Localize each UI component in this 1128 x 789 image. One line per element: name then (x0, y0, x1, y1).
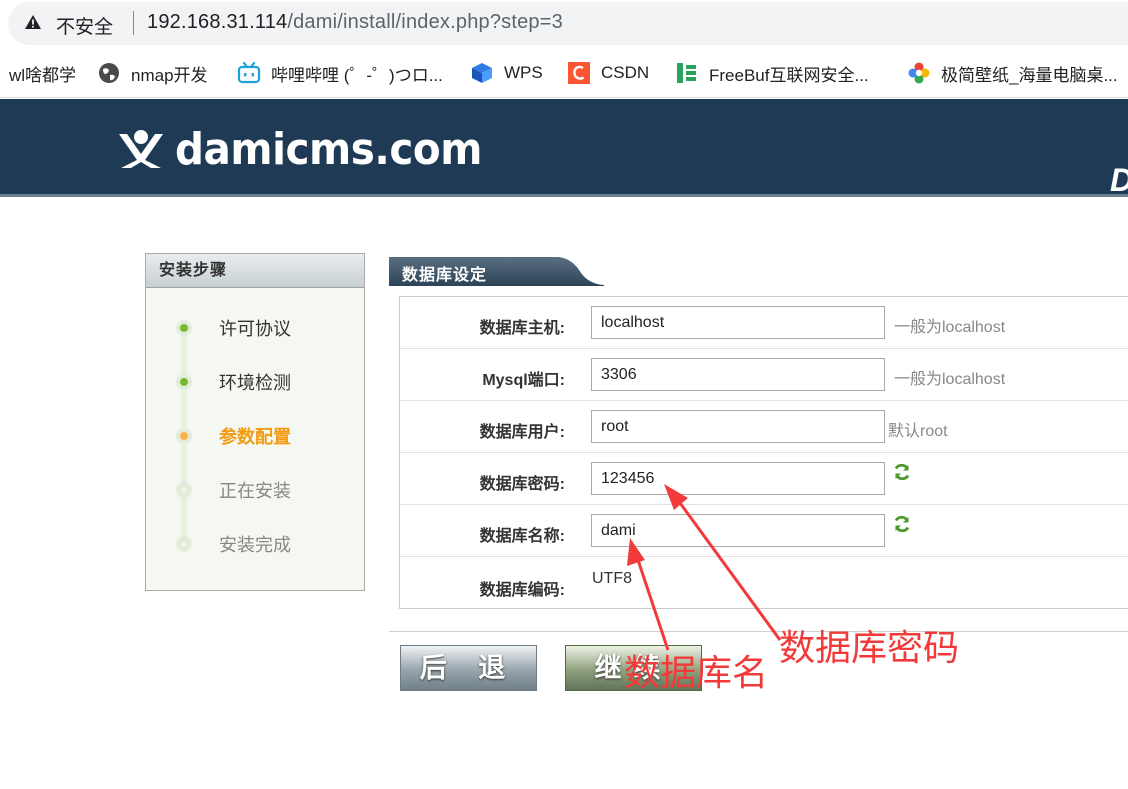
bookmark-label: wl啥都学 (9, 65, 77, 85)
step-label: 安装完成 (219, 535, 291, 555)
step-config: 参数配置 (146, 420, 364, 450)
bookmark-item[interactable]: 极简壁纸_海量电脑桌... (907, 61, 1118, 85)
step-env-check: 环境检测 (146, 366, 364, 396)
step-pending-dot-icon (176, 536, 192, 552)
field-label: 数据库密码: (479, 476, 565, 493)
csdn-icon (568, 62, 590, 84)
bookmark-label: WPS (504, 63, 543, 82)
header-edge-text: D (1110, 162, 1128, 199)
step-label: 正在安装 (219, 481, 291, 501)
step-label: 许可协议 (219, 319, 291, 339)
step-complete: 安装完成 (146, 528, 364, 558)
step-label: 参数配置 (219, 427, 291, 447)
form-row-charset: 数据库编码: UTF8 (400, 557, 1128, 609)
steps-title: 安装步骤 (146, 254, 364, 288)
logo-mark-icon (119, 130, 163, 168)
url-path: /dami/install/index.php?step=3 (287, 11, 563, 33)
db-name-input[interactable] (591, 514, 885, 547)
wallpaper-icon (908, 62, 930, 84)
bookmark-item[interactable]: 哔哩哔哩 (゜-゜)つロ... (237, 61, 443, 85)
field-hint: 一般为localhost (894, 319, 1006, 336)
divider (389, 631, 1128, 632)
bookmark-item[interactable]: FreeBuf互联网安全... (675, 61, 869, 85)
db-host-input[interactable] (591, 306, 885, 339)
globe-icon (99, 63, 119, 83)
charset-value: UTF8 (592, 570, 632, 587)
form-row-host: 数据库主机: 一般为localhost (400, 297, 1128, 349)
security-label[interactable]: 不安全 (56, 12, 113, 39)
bookmark-label: CSDN (601, 63, 650, 82)
db-port-input[interactable] (591, 358, 885, 391)
field-label: 数据库编码: (479, 582, 565, 599)
bookmarks-bar: wl啥都学 nmap开发 哔哩哔哩 (゜-゜)つロ... WPS CSDN Fr… (0, 48, 1128, 98)
step-active-dot-icon (176, 428, 192, 444)
bookmark-item[interactable]: nmap开发 (97, 61, 208, 85)
refresh-icon[interactable] (892, 514, 912, 534)
bookmark-label: 极简壁纸_海量电脑桌... (941, 65, 1118, 85)
field-hint: 默认root (888, 423, 948, 440)
bookmark-item[interactable]: wl啥都学 (9, 61, 76, 85)
db-password-input[interactable] (591, 462, 885, 495)
section-title-tab: 数据库设定 (389, 257, 604, 286)
bookmark-label: FreeBuf互联网安全... (709, 65, 869, 85)
freebuf-icon (677, 63, 696, 83)
browser-address-bar: 不安全 192.168.31.114/dami/install/index.ph… (0, 0, 1128, 48)
bookmark-item[interactable]: CSDN (567, 61, 649, 85)
warning-icon[interactable] (24, 14, 42, 30)
bookmark-item[interactable]: WPS (470, 61, 543, 85)
step-pending-dot-icon (176, 482, 192, 498)
step-installing: 正在安装 (146, 474, 364, 504)
site-header (0, 99, 1128, 197)
wps-icon (472, 63, 492, 83)
divider (133, 11, 134, 35)
db-settings-form: 数据库主机: 一般为localhost Mysql端口: 一般为localhos… (399, 296, 1128, 609)
bookmark-label: 哔哩哔哩 (゜-゜)つロ... (271, 65, 443, 85)
section-title: 数据库设定 (402, 267, 488, 284)
step-label: 环境检测 (219, 373, 291, 393)
field-label: 数据库名称: (479, 528, 565, 545)
step-license: 许可协议 (146, 312, 364, 342)
field-label: 数据库主机: (479, 320, 565, 337)
annotation-db-name: 数据库名 (624, 653, 769, 694)
field-hint: 一般为localhost (894, 371, 1006, 388)
form-row-password: 数据库密码: (400, 453, 1128, 505)
step-done-dot-icon (176, 374, 192, 390)
step-done-dot-icon (176, 320, 192, 336)
bookmark-label: nmap开发 (131, 65, 208, 85)
form-row-port: Mysql端口: 一般为localhost (400, 349, 1128, 401)
url-host: 192.168.31.114 (147, 11, 288, 33)
url-text[interactable]: 192.168.31.114/dami/install/index.php?st… (147, 11, 563, 34)
logo-text[interactable]: damicms.com (175, 124, 482, 175)
install-steps-panel: 安装步骤 许可协议 环境检测 参数配置 正在安装 安装完成 (145, 253, 365, 591)
field-label: 数据库用户: (479, 424, 565, 441)
refresh-icon[interactable] (892, 462, 912, 482)
annotation-db-password: 数据库密码 (779, 628, 960, 669)
form-row-dbname: 数据库名称: (400, 505, 1128, 557)
field-label: Mysql端口: (482, 372, 565, 389)
bilibili-icon (237, 61, 261, 84)
form-row-user: 数据库用户: 默认root (400, 401, 1128, 453)
db-user-input[interactable] (591, 410, 885, 443)
back-button[interactable]: 后 退 (400, 645, 537, 691)
